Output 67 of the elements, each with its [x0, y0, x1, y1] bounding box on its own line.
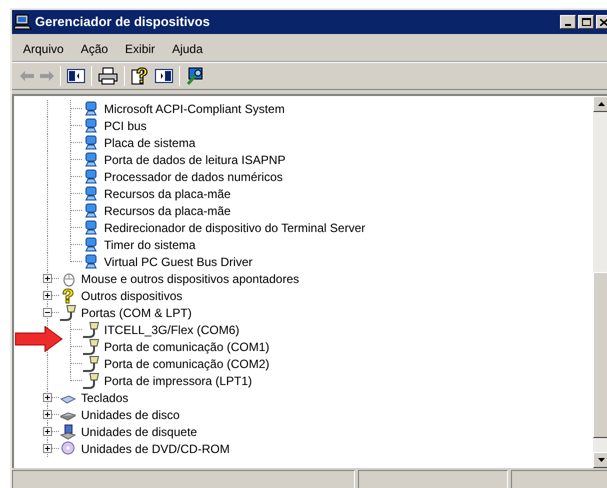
up-triangle-icon [598, 102, 604, 106]
window-title: Gerenciador de dispositivos [35, 13, 210, 32]
menu-item[interactable]: Arquivo [22, 40, 65, 58]
tree-item[interactable]: ITCELL_3G/Flex (COM6) [104, 322, 240, 338]
monitor-icon [83, 134, 99, 150]
tree-item[interactable]: Placa de sistema [104, 134, 196, 150]
connector-icon [60, 304, 76, 320]
disc-drive-icon [60, 440, 76, 456]
computer-icon [14, 14, 32, 30]
maximize-button[interactable] [578, 15, 594, 29]
expand-icon[interactable] [43, 427, 52, 436]
printer-icon[interactable] [98, 67, 118, 85]
tree-item[interactable]: Mouse e outros dispositivos apontadores [81, 270, 300, 286]
tree-item[interactable]: Recursos da placa-mãe [104, 186, 231, 202]
scroll-thumb[interactable] [593, 272, 607, 438]
tree-item[interactable]: Unidades de DVD/CD-ROM [81, 440, 230, 456]
tree-item[interactable]: Teclados [81, 390, 128, 406]
connector-icon [83, 372, 99, 388]
tree-item[interactable]: Portas (COM & LPT) [81, 304, 192, 320]
menu-item[interactable]: Ajuda [171, 40, 204, 58]
monitor-icon [83, 254, 99, 270]
collapse-icon[interactable] [43, 308, 52, 317]
tree-item[interactable]: Microsoft ACPI-Compliant System [104, 100, 285, 116]
expand-icon[interactable] [43, 274, 52, 283]
down-triangle-icon [598, 458, 604, 462]
scroll-up-button[interactable] [593, 96, 607, 112]
expand-icon[interactable] [43, 410, 52, 419]
connector-icon [83, 322, 99, 338]
close-icon [600, 18, 607, 26]
scan-hardware-icon[interactable] [186, 67, 204, 85]
menu-item[interactable]: Exibir [124, 40, 156, 58]
expand-icon[interactable] [43, 291, 52, 300]
arrow-drawing [15, 326, 63, 352]
tree-item[interactable]: Porta de dados de leitura ISAPNP [104, 152, 286, 168]
panel-left-icon[interactable] [67, 69, 85, 83]
tree-item[interactable]: Porta de comunicação (COM2) [104, 356, 270, 372]
floppy-drive-icon [60, 424, 76, 440]
monitor-icon [83, 100, 99, 116]
monitor-icon [83, 118, 99, 134]
minimize-button[interactable] [560, 15, 576, 29]
expand-icon[interactable] [43, 444, 52, 453]
tree-item[interactable]: Unidades de disco [81, 406, 180, 422]
tree-item[interactable]: Recursos da placa-mãe [104, 202, 231, 218]
tree-item[interactable]: Porta de comunicação (COM1) [104, 338, 270, 354]
tree-item[interactable]: Unidades de disquete [81, 424, 198, 440]
panel-right-icon[interactable] [155, 69, 173, 83]
monitor-icon [83, 220, 99, 236]
scroll-down-button[interactable] [593, 452, 607, 468]
monitor-icon [83, 168, 99, 184]
monitor-icon [83, 152, 99, 168]
monitor-icon [83, 202, 99, 218]
question-mark-icon [60, 288, 76, 304]
tree-item[interactable]: Porta de impressora (LPT1) [104, 372, 252, 388]
help-icon[interactable] [131, 67, 149, 85]
tree-item[interactable]: Outros dispositivos [81, 288, 182, 304]
scrollbar[interactable] [593, 96, 607, 468]
expand-icon[interactable] [43, 393, 52, 402]
tree-item[interactable]: Processador de dados numéricos [104, 168, 283, 184]
tree-item[interactable]: Virtual PC Guest Bus Driver [104, 254, 252, 270]
connector-icon [83, 356, 99, 372]
connector-icon [83, 338, 99, 354]
menu-item[interactable]: Ação [80, 40, 110, 58]
monitor-icon [83, 236, 99, 252]
tree-item[interactable]: PCI bus [104, 118, 147, 134]
tree-item[interactable]: Timer do sistema [104, 236, 196, 252]
tree-item[interactable]: Redirecionador de dispositivo do Terminal Server [104, 220, 366, 236]
monitor-icon [83, 186, 99, 202]
